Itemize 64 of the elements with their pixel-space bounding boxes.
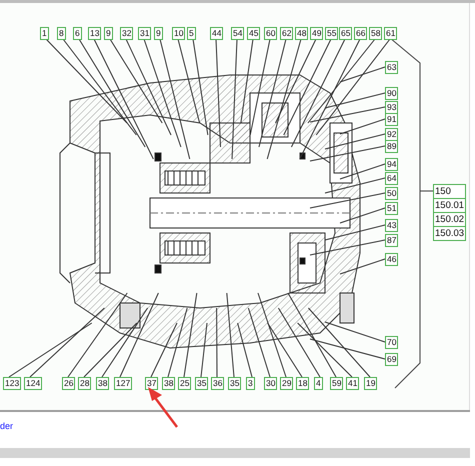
part-number-label[interactable]: 5 <box>187 27 196 40</box>
part-number-label[interactable]: 69 <box>385 353 398 366</box>
part-number-label[interactable]: 58 <box>369 27 382 40</box>
part-number-label[interactable]: 38 <box>162 377 176 390</box>
part-number-label[interactable]: 66 <box>354 27 368 40</box>
part-number-label[interactable]: 54 <box>231 27 244 40</box>
part-number-label[interactable]: 19 <box>364 377 378 390</box>
part-number-label[interactable]: 55 <box>325 27 338 40</box>
part-number-label[interactable]: 89 <box>385 140 398 153</box>
part-number-label[interactable]: 43 <box>385 219 398 232</box>
part-number-label[interactable]: 4 <box>314 377 323 390</box>
part-number-label[interactable]: 3 <box>246 377 255 390</box>
part-number-label[interactable]: 94 <box>385 158 398 171</box>
part-number-label[interactable]: 93 <box>385 101 398 114</box>
part-number-label[interactable]: 59 <box>330 377 344 390</box>
part-number-label[interactable]: 123 <box>3 377 22 390</box>
part-number-label[interactable]: 29 <box>280 377 294 390</box>
part-number-label[interactable]: 28 <box>78 377 92 390</box>
part-number-label[interactable]: 35 <box>195 377 208 390</box>
part-number-label[interactable]: 62 <box>280 27 294 40</box>
part-number-label[interactable]: 127 <box>114 377 132 390</box>
part-number-label[interactable]: 60 <box>264 27 278 40</box>
part-number-label[interactable]: 150.02 <box>433 212 466 227</box>
part-number-label[interactable]: 49 <box>310 27 324 40</box>
part-number-label[interactable]: 36 <box>211 377 224 390</box>
part-number-label[interactable]: 63 <box>385 61 398 74</box>
part-number-label[interactable]: 18 <box>296 377 310 390</box>
part-number-label[interactable]: 50 <box>385 187 398 200</box>
part-number-label[interactable]: 25 <box>178 377 192 390</box>
part-number-label[interactable]: 91 <box>385 113 398 126</box>
part-number-label[interactable]: 150.03 <box>433 226 466 241</box>
part-number-label[interactable]: 35 <box>228 377 242 390</box>
part-number-label[interactable]: 124 <box>24 377 42 390</box>
part-number-label[interactable]: 9 <box>104 27 113 40</box>
part-number-label[interactable]: 87 <box>385 234 398 247</box>
part-number-label[interactable]: 9 <box>154 27 163 40</box>
part-number-label[interactable]: 150 <box>433 184 466 199</box>
horizontal-scrollbar[interactable] <box>0 448 470 458</box>
part-number-label[interactable]: 44 <box>210 27 224 40</box>
page-link[interactable]: der <box>0 420 14 434</box>
part-number-label[interactable]: 70 <box>385 336 398 349</box>
part-number-label[interactable]: 6 <box>73 27 82 40</box>
part-number-label[interactable]: 37 <box>145 377 158 390</box>
part-number-label[interactable]: 31 <box>138 27 152 40</box>
part-number-label[interactable]: 13 <box>88 27 102 40</box>
part-number-label[interactable]: 61 <box>384 27 398 40</box>
part-number-label[interactable]: 38 <box>96 377 110 390</box>
part-number-label[interactable]: 30 <box>264 377 278 390</box>
annotation-arrow <box>147 387 179 429</box>
part-number-label[interactable]: 92 <box>385 128 398 141</box>
part-number-label[interactable]: 48 <box>295 27 308 40</box>
part-number-label[interactable]: 8 <box>57 27 66 40</box>
part-number-label[interactable]: 41 <box>346 377 360 390</box>
part-number-label[interactable]: 10 <box>172 27 186 40</box>
part-number-label[interactable]: 46 <box>385 253 398 266</box>
part-number-label[interactable]: 90 <box>385 87 398 100</box>
part-number-label[interactable]: 150.01 <box>433 198 466 213</box>
part-number-label[interactable]: 26 <box>62 377 76 390</box>
part-number-label[interactable]: 1 <box>40 27 49 40</box>
part-number-label[interactable]: 45 <box>247 27 260 40</box>
part-number-label[interactable]: 64 <box>385 172 398 185</box>
part-number-label[interactable]: 65 <box>339 27 352 40</box>
part-number-label[interactable]: 32 <box>120 27 134 40</box>
part-number-label[interactable]: 51 <box>385 202 398 215</box>
